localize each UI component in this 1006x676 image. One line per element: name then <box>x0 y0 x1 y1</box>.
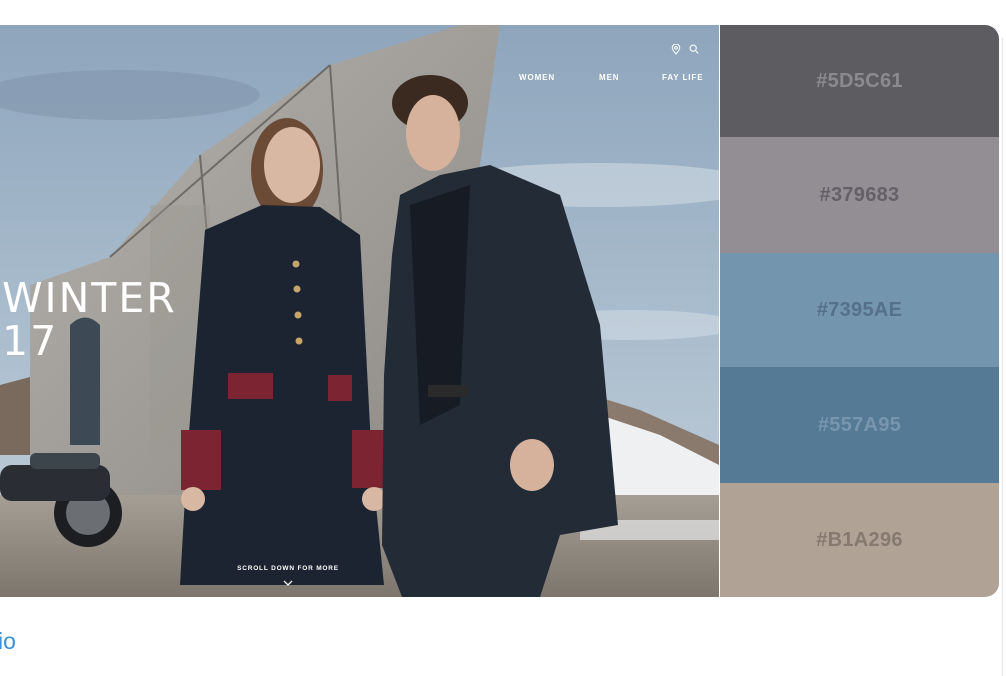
hero-image: WOMEN MEN FAY LIFE WINTER 17 SCROLL DOWN… <box>0 25 719 597</box>
location-pin-icon[interactable] <box>671 44 681 55</box>
swatch-4: #557A95 <box>720 367 999 483</box>
hero-title-line-2: 17 <box>2 317 59 365</box>
nav-men[interactable]: MEN <box>599 73 619 82</box>
header-icons <box>671 44 699 55</box>
scroll-hint[interactable]: SCROLL DOWN FOR MORE <box>200 565 376 572</box>
hero-title-line-1: WINTER <box>2 274 177 322</box>
swatch-3: #7395AE <box>720 253 999 367</box>
swatch-1: #5D5C61 <box>720 25 999 137</box>
page-divider <box>1002 38 1003 676</box>
nav-women[interactable]: WOMEN <box>519 73 555 82</box>
swatch-5: #B1A296 <box>720 483 999 597</box>
search-icon[interactable] <box>689 44 699 55</box>
chevron-down-icon[interactable] <box>282 579 294 587</box>
main-nav: WOMEN MEN FAY LIFE <box>519 73 709 87</box>
palette-card: WOMEN MEN FAY LIFE WINTER 17 SCROLL DOWN… <box>0 25 999 597</box>
caption-link[interactable]: io <box>0 628 16 655</box>
nav-fay-life[interactable]: FAY LIFE <box>662 73 703 82</box>
swatch-2: #379683 <box>720 137 999 253</box>
hero-title: WINTER 17 <box>2 277 177 363</box>
